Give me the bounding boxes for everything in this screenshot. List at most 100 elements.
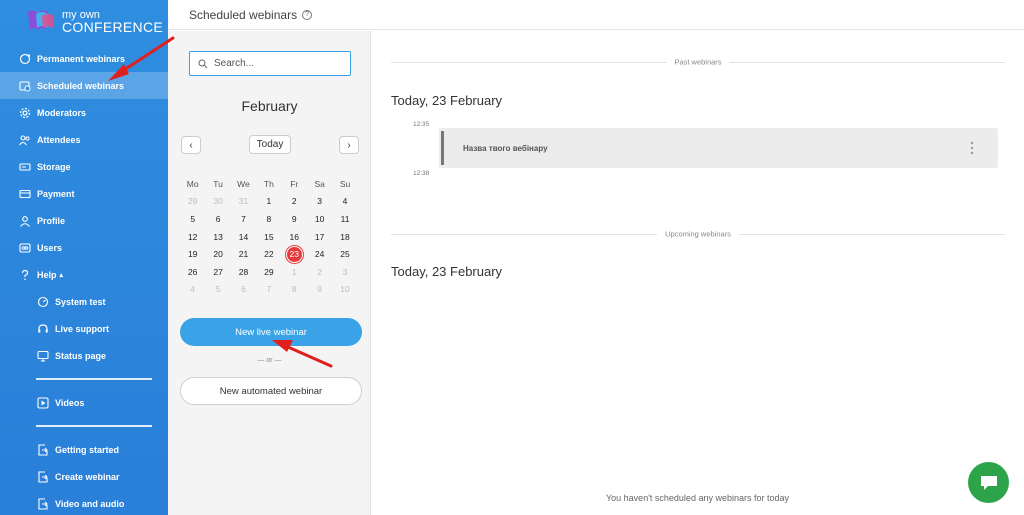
calendar-day-today[interactable]: 23: [282, 246, 307, 262]
calendar-day[interactable]: 10: [307, 214, 332, 224]
calendar-prev-button[interactable]: ‹: [181, 136, 201, 154]
calendar-day[interactable]: 5: [205, 284, 230, 294]
calendar-day[interactable]: 5: [180, 214, 205, 224]
webinar-card[interactable]: Назва твого вебінару: [439, 128, 998, 168]
calendar-day[interactable]: 6: [205, 214, 230, 224]
sidebar-item-profile[interactable]: Profile: [0, 207, 168, 234]
calendar-day[interactable]: 29: [256, 267, 281, 277]
calendar-day[interactable]: 4: [180, 284, 205, 294]
calendar-day[interactable]: 10: [332, 284, 357, 294]
calendar-day[interactable]: 1: [256, 196, 281, 206]
calendar-day[interactable]: 31: [231, 196, 256, 206]
sidebar-item-label: Videos: [55, 397, 85, 408]
calendar-day[interactable]: 3: [307, 196, 332, 206]
sidebar-item-live-support[interactable]: Live support: [0, 315, 168, 342]
weekday-label: Sa: [314, 178, 325, 189]
calendar-next-button[interactable]: ›: [339, 136, 359, 154]
calendar-day[interactable]: 2: [282, 196, 307, 206]
calendar-day-number: 14: [238, 231, 249, 242]
app-logo[interactable]: my own CONFERENCE: [26, 6, 163, 36]
gauge-icon: [36, 295, 49, 308]
calendar-week-row: 5 6 7 8 9 10 11: [180, 210, 358, 228]
question-icon: [18, 268, 31, 281]
calendar-day[interactable]: 14: [231, 232, 256, 242]
search-icon: [198, 59, 208, 68]
sidebar-item-getting-started[interactable]: Getting started: [0, 436, 168, 463]
search-input[interactable]: [214, 58, 344, 69]
new-live-webinar-button[interactable]: New live webinar: [180, 318, 362, 346]
webinar-name: Назва твого вебінару: [463, 143, 548, 153]
calendar-day[interactable]: 1: [282, 267, 307, 277]
help-circle-icon[interactable]: ?: [302, 9, 313, 20]
sidebar-item-moderators[interactable]: Moderators: [0, 99, 168, 126]
sidebar-nav: Permanent webinars Scheduled webinars Mo…: [0, 45, 168, 515]
sidebar-item-scheduled-webinars[interactable]: Scheduled webinars: [0, 72, 168, 99]
sidebar-item-system-test[interactable]: System test: [0, 288, 168, 315]
sidebar-item-label: Help: [37, 269, 57, 280]
calendar-day[interactable]: 4: [332, 196, 357, 206]
chevron-up-icon: ▴: [59, 271, 64, 279]
calendar-weekday-row: Mo Tu We Th Fr Sa Su: [180, 175, 358, 193]
sidebar-item-storage[interactable]: Storage: [0, 153, 168, 180]
logo-mark-icon: [26, 8, 58, 34]
new-automated-webinar-button[interactable]: New automated webinar: [180, 377, 362, 405]
calendar-day-number: 10: [340, 284, 350, 295]
calendar-day[interactable]: 18: [332, 232, 357, 242]
sidebar-item-attendees[interactable]: Attendees: [0, 126, 168, 153]
more-vertical-icon[interactable]: [970, 140, 974, 156]
chat-button[interactable]: [968, 462, 1009, 503]
sidebar-item-users[interactable]: Users: [0, 234, 168, 261]
gear-icon: [18, 106, 31, 119]
calendar-day[interactable]: 16: [282, 232, 307, 242]
calendar-day[interactable]: 3: [332, 267, 357, 277]
calendar-day[interactable]: 7: [231, 214, 256, 224]
calendar-day[interactable]: 8: [282, 284, 307, 294]
calendar-day-number: 9: [317, 284, 323, 295]
calendar-day[interactable]: 13: [205, 232, 230, 242]
calendar-day[interactable]: 29: [180, 196, 205, 206]
calendar-day[interactable]: 22: [256, 249, 281, 259]
calendar-day[interactable]: 11: [332, 214, 357, 224]
search-box[interactable]: [189, 51, 351, 76]
calendar-day[interactable]: 25: [332, 249, 357, 259]
calendar-today-button[interactable]: Today: [249, 135, 291, 154]
calendar-day[interactable]: 24: [307, 249, 332, 259]
sidebar-item-create-webinar[interactable]: Create webinar: [0, 463, 168, 490]
calendar-day[interactable]: 6: [231, 284, 256, 294]
calendar-week-row: 4 5 6 7 8 9 10: [180, 281, 358, 299]
calendar-day[interactable]: 12: [180, 232, 205, 242]
sidebar-item-status-page[interactable]: Status page: [0, 342, 168, 369]
sidebar-item-videos[interactable]: Videos: [0, 389, 168, 416]
sidebar-item-video-and-audio[interactable]: Video and audio: [0, 490, 168, 515]
calendar-day[interactable]: 28: [231, 267, 256, 277]
calendar-day[interactable]: 26: [180, 267, 205, 277]
calendar-day[interactable]: 20: [205, 249, 230, 259]
sidebar-item-help[interactable]: Help ▴: [0, 261, 168, 288]
calendar-day[interactable]: 30: [205, 196, 230, 206]
calendar-day[interactable]: 7: [256, 284, 281, 294]
calendar-week-row: 19 20 21 22 23 24 25: [180, 245, 358, 263]
calendar-day-number: 28: [238, 266, 249, 277]
calendar-day[interactable]: 9: [307, 284, 332, 294]
users-group-icon: [18, 241, 31, 254]
calendar-day-number: 2: [291, 196, 297, 207]
calendar-day[interactable]: 2: [307, 267, 332, 277]
calendar-week-row: 29 30 31 1 2 3 4: [180, 193, 358, 211]
calendar-day[interactable]: 21: [231, 249, 256, 259]
calendar-day-number: 6: [241, 284, 246, 295]
calendar-day[interactable]: 17: [307, 232, 332, 242]
past-day-title: Today, 23 February: [391, 93, 503, 108]
sidebar-item-permanent-webinars[interactable]: Permanent webinars: [0, 45, 168, 72]
calendar-day[interactable]: 9: [282, 214, 307, 224]
calendar-day[interactable]: 8: [256, 214, 281, 224]
calendar-day-number: 12: [187, 231, 198, 242]
calendar-day-number: 19: [187, 249, 198, 260]
calendar-day[interactable]: 19: [180, 249, 205, 259]
chevron-right-icon: ›: [347, 139, 351, 151]
calendar-day[interactable]: 27: [205, 267, 230, 277]
calendar-weeks: 29 30 31 1 2 3 4 5 6 7 8 9 10 11 12 13 14 15 16 17 18 19 20 21 2…: [180, 193, 358, 299]
calendar-day[interactable]: 15: [256, 232, 281, 242]
sidebar-item-payment[interactable]: Payment: [0, 180, 168, 207]
calendar-day-number: 5: [190, 213, 196, 224]
sidebar-item-label: Scheduled webinars: [37, 80, 125, 91]
